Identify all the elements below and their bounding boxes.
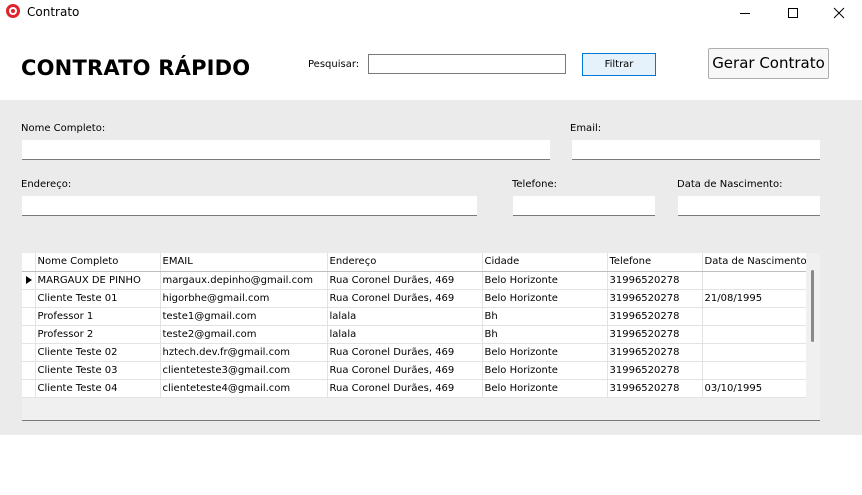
cell-address[interactable]: lalala [327,307,483,326]
app-logo-icon [6,4,20,18]
contract-window: Contrato CONTRATO RÁPIDO Pesquisar: Filt… [0,0,862,495]
column-header-birth-date[interactable]: Data de Nascimento [702,253,808,272]
table-row[interactable]: Professor 1 teste1@gmail.com lalala Bh 31996… [22,307,808,326]
cell-name[interactable]: MARGAUX DE PINHO [35,271,161,290]
table-row[interactable]: Cliente Teste 04 clienteteste4@gmail.com R… [22,379,808,398]
cell-phone[interactable]: 31996520278 [607,379,703,398]
cell-address[interactable]: lalala [327,325,483,344]
cell-email[interactable]: teste2@gmail.com [160,325,328,344]
cell-email[interactable]: hztech.dev.fr@gmail.com [160,343,328,362]
cell-birth-date[interactable] [702,307,808,326]
search-label: Pesquisar: [308,59,360,70]
window-title: Contrato [27,5,80,19]
row-header-cell[interactable] [22,307,36,326]
cell-city[interactable]: Belo Horizonte [482,361,608,380]
scrollbar-thumb[interactable] [811,270,814,342]
table-row[interactable]: Cliente Teste 02 hztech.dev.fr@gmail.com R… [22,343,808,362]
cell-email[interactable]: clienteteste3@gmail.com [160,361,328,380]
cell-address[interactable]: Rua Coronel Durães, 469 [327,271,483,290]
maximize-icon [788,8,798,18]
cell-name[interactable]: Cliente Teste 03 [35,361,161,380]
cell-phone[interactable]: 31996520278 [607,361,703,380]
minimize-icon [740,12,750,14]
table-row[interactable]: Professor 2 teste2@gmail.com lalala Bh 31996… [22,325,808,344]
table-row[interactable]: Cliente Teste 03 clienteteste3@gmail.com R… [22,361,808,380]
address-field[interactable] [22,196,477,216]
form-panel: Nome Completo: Email: Endereço: Telefone… [0,100,862,435]
title-bar: Contrato [0,0,862,26]
column-header-city[interactable]: Cidade [482,253,608,272]
table-row[interactable]: Cliente Teste 01 higorbhe@gmail.com Rua Co… [22,289,808,308]
cell-email[interactable]: margaux.depinho@gmail.com [160,271,328,290]
cell-phone[interactable]: 31996520278 [607,325,703,344]
cell-name[interactable]: Cliente Teste 01 [35,289,161,308]
maximize-button[interactable] [770,0,816,26]
current-row-arrow-icon [26,276,32,284]
cell-name[interactable]: Professor 2 [35,325,161,344]
birth-date-field[interactable] [678,196,820,216]
phone-field[interactable] [513,196,655,216]
column-header-name[interactable]: Nome Completo [35,253,161,272]
page-title: CONTRATO RÁPIDO [21,56,251,80]
birth-date-label: Data de Nascimento: [677,179,783,190]
cell-city[interactable]: Bh [482,325,608,344]
generate-contract-button[interactable]: Gerar Contrato [708,48,829,79]
cell-birth-date[interactable]: 03/10/1995 [702,379,808,398]
address-label: Endereço: [21,179,72,190]
email-field[interactable] [572,140,820,160]
row-header-cell[interactable] [22,271,36,290]
email-label: Email: [570,123,602,134]
row-header-cell[interactable] [22,379,36,398]
cell-address[interactable]: Rua Coronel Durães, 469 [327,343,483,362]
cell-email[interactable]: higorbhe@gmail.com [160,289,328,308]
name-label: Nome Completo: [21,123,106,134]
cell-city[interactable]: Belo Horizonte [482,379,608,398]
column-header-address[interactable]: Endereço [327,253,483,272]
cell-name[interactable]: Professor 1 [35,307,161,326]
phone-label: Telefone: [512,179,557,190]
cell-address[interactable]: Rua Coronel Durães, 469 [327,379,483,398]
cell-city[interactable]: Belo Horizonte [482,289,608,308]
cell-birth-date[interactable] [702,271,808,290]
cell-email[interactable]: teste1@gmail.com [160,307,328,326]
table-row[interactable]: MARGAUX DE PINHO margaux.depinho@gmail.co… [22,271,808,290]
row-header-cell[interactable] [22,325,36,344]
clients-table: Nome Completo EMAIL Endereço Cidade Tele… [22,253,808,398]
cell-phone[interactable]: 31996520278 [607,271,703,290]
close-button[interactable] [816,0,862,26]
cell-email[interactable]: clienteteste4@gmail.com [160,379,328,398]
grid-body: MARGAUX DE PINHO margaux.depinho@gmail.co… [22,271,808,398]
vertical-scrollbar[interactable] [806,253,820,420]
cell-name[interactable]: Cliente Teste 04 [35,379,161,398]
header: CONTRATO RÁPIDO Pesquisar: Filtrar Gerar… [0,26,862,100]
name-field[interactable] [22,140,550,160]
grid-empty-area [22,398,806,420]
clients-grid[interactable]: Nome Completo EMAIL Endereço Cidade Tele… [22,253,820,421]
row-header-corner [22,253,36,272]
cell-address[interactable]: Rua Coronel Durães, 469 [327,289,483,308]
row-header-cell[interactable] [22,361,36,380]
header-row: Nome Completo EMAIL Endereço Cidade Tele… [22,253,808,272]
minimize-button[interactable] [722,0,768,26]
close-icon [833,7,845,19]
cell-birth-date[interactable] [702,325,808,344]
cell-name[interactable]: Cliente Teste 02 [35,343,161,362]
column-header-phone[interactable]: Telefone [607,253,703,272]
cell-birth-date[interactable] [702,343,808,362]
cell-birth-date[interactable] [702,361,808,380]
column-header-email[interactable]: EMAIL [160,253,328,272]
row-header-cell[interactable] [22,289,36,308]
filter-button[interactable]: Filtrar [582,53,656,76]
cell-city[interactable]: Belo Horizonte [482,343,608,362]
cell-phone[interactable]: 31996520278 [607,307,703,326]
cell-birth-date[interactable]: 21/08/1995 [702,289,808,308]
cell-city[interactable]: Belo Horizonte [482,271,608,290]
cell-phone[interactable]: 31996520278 [607,289,703,308]
search-input[interactable] [368,54,566,74]
cell-address[interactable]: Rua Coronel Durães, 469 [327,361,483,380]
cell-phone[interactable]: 31996520278 [607,343,703,362]
row-header-cell[interactable] [22,343,36,362]
cell-city[interactable]: Bh [482,307,608,326]
